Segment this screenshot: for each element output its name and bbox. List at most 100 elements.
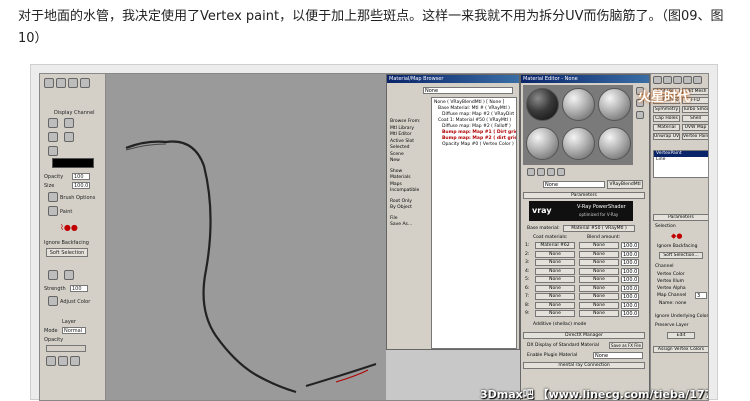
channel-option[interactable]: Map Channel [657,292,686,299]
perspective-viewport[interactable] [106,74,386,400]
coat-material-button[interactable]: None [535,310,575,317]
blend-map-button[interactable]: None [579,293,619,300]
modifier-button[interactable]: Unwrap UVW [653,133,680,140]
show-option[interactable]: Incompatible [390,188,430,195]
blend-amount-field[interactable]: 100.0 [621,250,639,258]
blend-amount-field[interactable]: 100.0 [621,293,639,300]
create-tab-icon[interactable] [653,76,662,84]
blur-brush-icon[interactable] [48,270,58,280]
blend-map-button[interactable]: None [579,284,619,292]
get-material-icon[interactable] [527,168,535,176]
blend-map-button[interactable]: None [579,310,619,317]
blend-amount-field[interactable]: 100.0 [621,310,639,317]
ignore-backfacing-checkbox[interactable]: Ignore Backfacing [657,244,697,249]
browse-option[interactable]: New [390,158,430,165]
motion-tab-icon[interactable] [683,76,692,84]
paint-brush-icon[interactable] [48,118,58,128]
paint-color-swatch[interactable] [52,158,94,168]
blend-amount-field[interactable]: 100.0 [621,259,639,266]
tree-item[interactable]: Opacity Map #0 ( Vertex Color ) [434,142,514,148]
brush-options-icon[interactable] [48,192,58,202]
modifier-button[interactable]: Vertex Paint [682,133,708,140]
material-tree[interactable]: None ( VRayBlendMtl ) [ None ] Base Mate… [431,97,517,349]
mode-select[interactable]: Normal [62,327,86,334]
color-picker-icon[interactable] [48,146,58,156]
delete-layer-icon[interactable] [58,356,68,366]
material-name-field[interactable]: None [543,181,605,188]
coat-material-button[interactable]: None [535,259,575,266]
blend-map-button[interactable]: None [579,250,619,258]
channel-option[interactable]: Vertex Alpha [657,285,686,292]
channel-option[interactable]: Vertex Color [657,271,686,278]
strength-field[interactable]: 100 [70,285,88,292]
material-editor-titlebar[interactable]: Material Editor - None [521,75,649,83]
browser-search-field[interactable]: None [423,87,513,94]
stack-item[interactable]: Line [654,157,708,163]
coat-material-button[interactable]: None [535,267,575,275]
blend-amount-field[interactable]: 100.0 [621,242,639,249]
ignore-backfacing-checkbox[interactable]: Ignore Backfacing [44,240,89,247]
selection-icons[interactable]: ◆● [671,232,683,240]
mental-ray-rollout[interactable]: mental ray Connection [523,362,645,369]
edit-button[interactable]: Edit [667,332,695,339]
condense-layer-icon[interactable] [70,356,80,366]
sample-slot[interactable] [526,127,559,160]
coat-material-button[interactable]: Material #62 [535,242,575,249]
display-tab-icon[interactable] [693,76,702,84]
preserve-layer-checkbox[interactable]: Preserve Layer [655,323,689,328]
additive-mode-checkbox[interactable]: Additive (shellac) mode [533,321,586,328]
eyedropper-icon[interactable] [48,132,58,142]
shaded-icon[interactable] [56,78,66,88]
modifier-button[interactable]: Material [653,124,680,131]
sample-slot[interactable] [562,88,595,121]
assign-material-icon[interactable] [547,168,555,176]
dx-display-checkbox[interactable]: DX Display of Standard Material [527,342,599,349]
assign-vertex-colors-rollout[interactable]: Assign Vertex Colors [653,346,708,353]
base-material-button[interactable]: Material #50 ( VRayMtl ) [563,225,635,232]
parameters-rollout[interactable]: Parameters [523,192,645,199]
enable-plugin-checkbox[interactable]: Enable Plugin Material [527,352,577,359]
blur-icon[interactable] [64,132,74,142]
hierarchy-tab-icon[interactable] [673,76,682,84]
save-as-button[interactable]: Save As... [390,222,430,229]
parameters-rollout[interactable]: Parameters [653,214,708,221]
shield-icon[interactable] [68,78,78,88]
modify-tab-icon[interactable] [663,76,672,84]
put-material-icon[interactable] [537,168,545,176]
save-fx-button[interactable]: Save as FX File [609,342,643,349]
sample-slot[interactable] [526,88,559,121]
blend-amount-field[interactable]: 100.0 [621,267,639,275]
material-type-button[interactable]: VRayBlendMtl [607,180,643,189]
blend-map-button[interactable]: None [579,242,619,249]
ignore-underlying-checkbox[interactable]: Ignore Underlying Color [655,314,708,319]
sphere-icon[interactable] [80,78,90,88]
modifier-button[interactable]: Cap Holes [653,115,680,122]
vertex-color-icon[interactable] [44,78,54,88]
opacity-field[interactable]: 100 [72,173,90,180]
blend-map-button[interactable]: None [579,301,619,309]
modifier-button[interactable]: UVW Map [682,124,708,131]
sample-slot[interactable] [562,127,595,160]
modifier-stack[interactable]: VertexPaint Line [653,150,708,178]
channel-option[interactable]: Vertex Illum [657,278,686,285]
coat-material-button[interactable]: None [535,284,575,292]
directx-manager-rollout[interactable]: DirectX Manager [523,332,645,339]
paint-icon[interactable] [48,206,58,216]
smudge-icon[interactable] [64,270,74,280]
reset-map-icon[interactable] [557,168,565,176]
blend-amount-field[interactable]: 100.0 [621,284,639,292]
new-layer-icon[interactable] [46,356,56,366]
erase-icon[interactable] [64,118,74,128]
blend-map-button[interactable]: None [579,267,619,275]
map-channel-field[interactable]: 3 [695,292,707,299]
coat-material-button[interactable]: None [535,250,575,258]
modifier-button[interactable]: Shell [682,115,708,122]
soft-selection-button[interactable]: Soft Selection [46,248,88,257]
sample-slot[interactable] [598,127,631,160]
blend-map-button[interactable]: None [579,259,619,266]
sample-slot[interactable] [598,88,631,121]
coat-material-button[interactable]: None [535,276,575,283]
blend-map-button[interactable]: None [579,276,619,283]
soft-selection-button[interactable]: Soft Selection... [659,252,703,259]
layer-opacity-slider[interactable] [46,345,86,352]
